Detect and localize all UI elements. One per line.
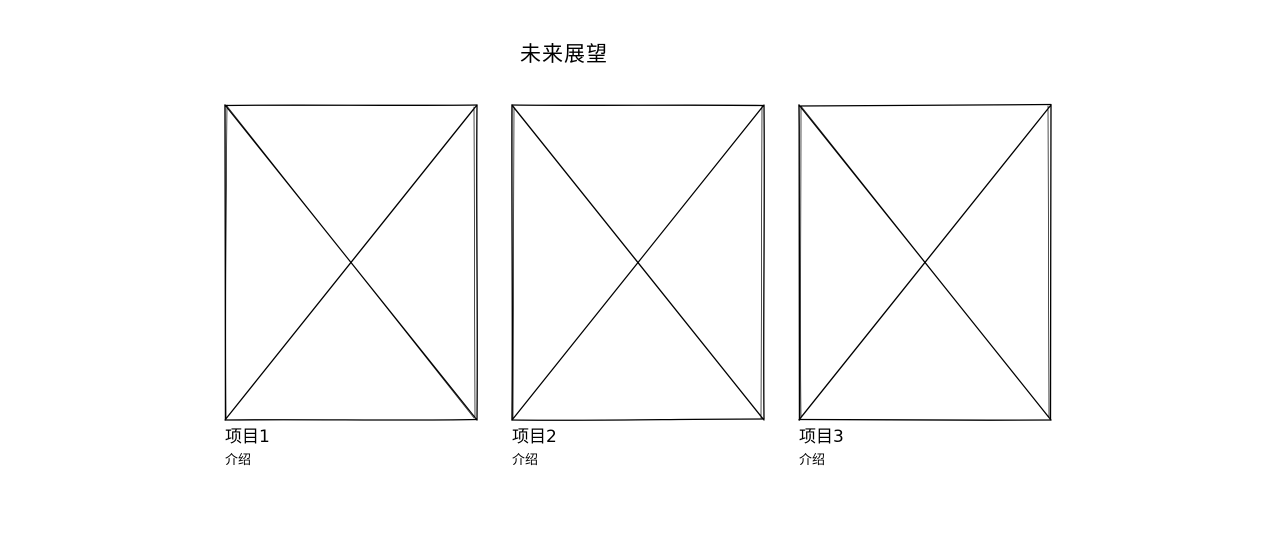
project-title: 项目1	[225, 427, 270, 447]
project-description: 介绍	[512, 453, 539, 468]
project-title: 项目2	[512, 427, 557, 447]
project-description: 介绍	[799, 453, 826, 468]
image-placeholder-icon	[511, 104, 765, 421]
project-description: 介绍	[225, 453, 252, 468]
image-placeholder-icon	[224, 104, 478, 421]
image-placeholder-icon	[798, 103, 1052, 421]
page-title: 未来展望	[520, 42, 608, 66]
project-title: 项目3	[799, 427, 844, 447]
